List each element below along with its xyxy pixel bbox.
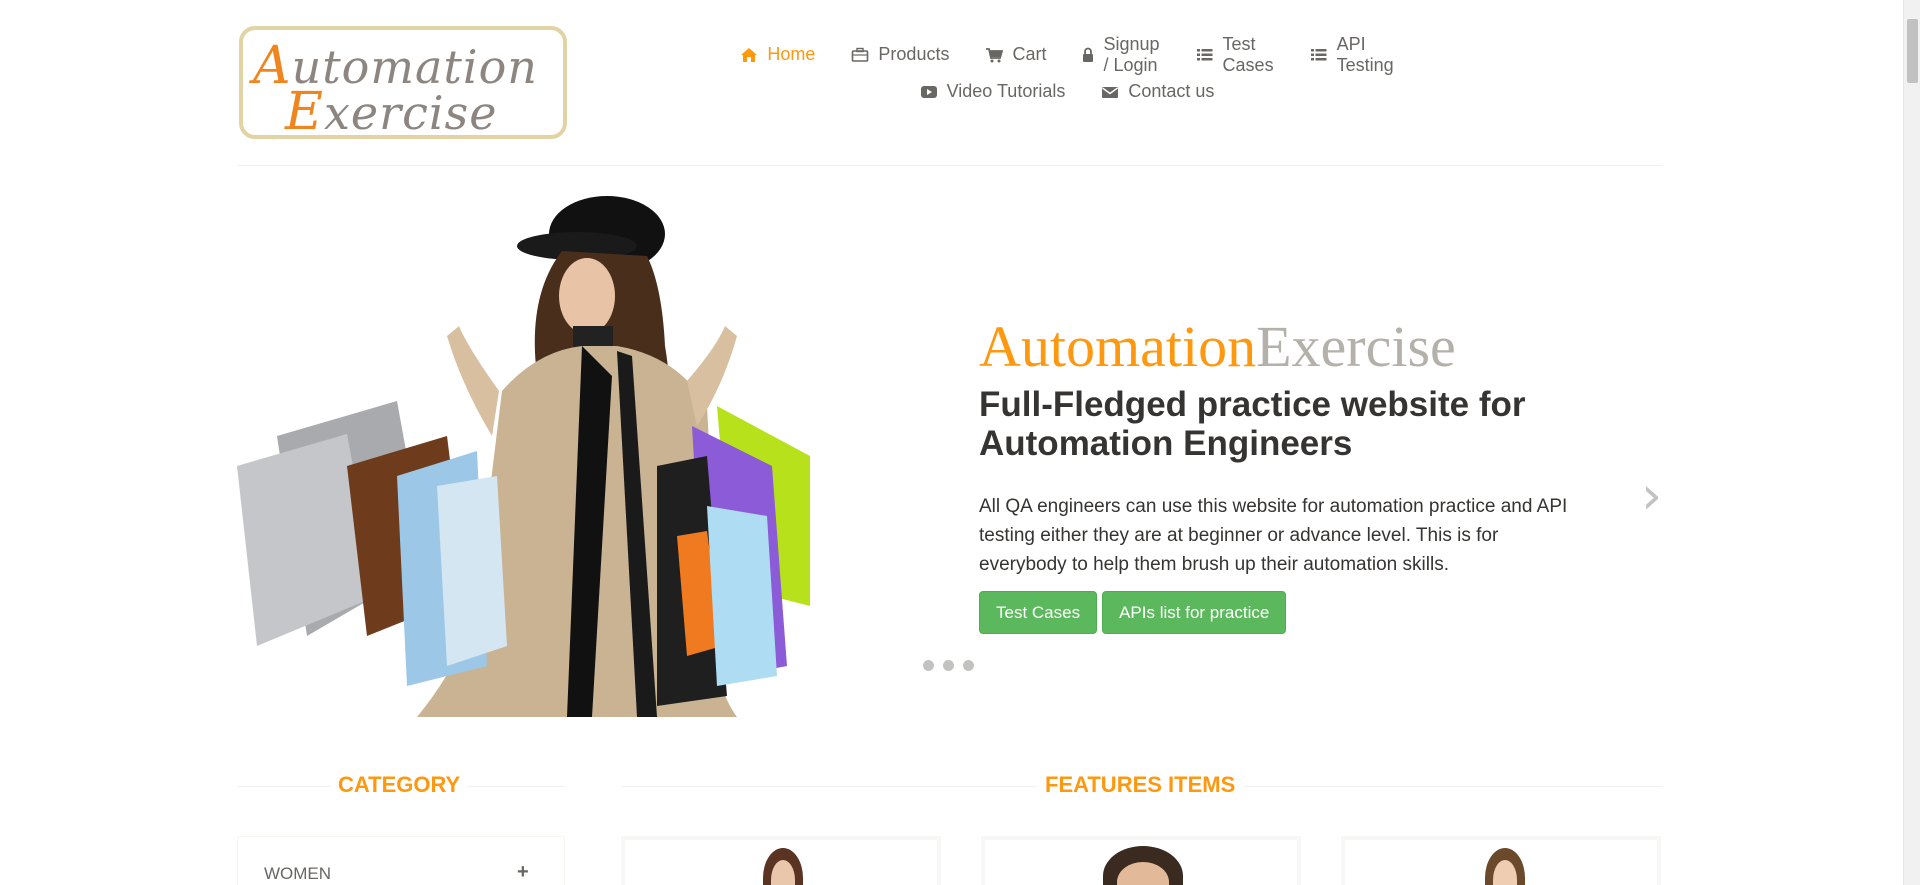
test-cases-button[interactable]: Test Cases xyxy=(979,591,1098,634)
nav-row-1: Home Products Cart Signup / Login Test C… xyxy=(727,34,1407,75)
nav-item-video-tutorials[interactable]: Video Tutorials xyxy=(902,73,1084,110)
list-icon xyxy=(1310,47,1328,63)
carousel-next-arrow[interactable]: › xyxy=(1641,470,1662,522)
carousel-dot[interactable] xyxy=(963,660,974,671)
product-card[interactable] xyxy=(1341,836,1661,885)
slide-description: All QA engineers can use this website fo… xyxy=(979,496,1568,575)
nav-row-2: Video Tutorials Contact us xyxy=(727,73,1407,110)
nav-item-api-testing[interactable]: API Testing xyxy=(1292,34,1412,75)
category-panel: WOMEN + xyxy=(237,836,565,885)
home-icon xyxy=(740,47,758,63)
briefcase-icon xyxy=(851,47,869,63)
features-items-heading: FEATURES ITEMS xyxy=(1036,772,1245,798)
carousel-dot[interactable] xyxy=(923,660,934,671)
cart-icon xyxy=(985,47,1004,63)
apis-list-button[interactable]: APIs list for practice xyxy=(1102,591,1287,634)
main-nav: Home Products Cart Signup / Login Test C… xyxy=(727,34,1407,110)
youtube-play-icon xyxy=(920,84,938,100)
slide-buttons: Test Cases APIs list for practice xyxy=(979,591,1287,634)
expand-plus-icon[interactable]: + xyxy=(517,861,529,884)
scrollbar-thumb[interactable] xyxy=(1907,19,1918,83)
site-logo[interactable]: Automation Exercise xyxy=(239,26,567,142)
nav-item-products[interactable]: Products xyxy=(833,36,967,73)
slide-title: AutomationExercise xyxy=(979,314,1456,379)
lock-icon xyxy=(1082,47,1094,63)
envelope-icon xyxy=(1101,84,1119,100)
nav-item-home[interactable]: Home xyxy=(722,36,833,73)
hero-carousel: ‹ › AutomationExercise Full-Fledged prac… xyxy=(237,170,1662,717)
hero-girl-shopping-image xyxy=(237,196,810,717)
site-header: Automation Exercise Home Products Cart S… xyxy=(237,0,1662,166)
carousel-dot[interactable] xyxy=(943,660,954,671)
product-card[interactable] xyxy=(981,836,1301,885)
slide-subtitle: Full-Fledged practice website for Automa… xyxy=(979,385,1526,463)
nav-item-signup-login[interactable]: Signup / Login xyxy=(1064,34,1177,75)
carousel-indicators xyxy=(923,660,974,671)
list-icon xyxy=(1196,47,1214,63)
nav-item-contact-us[interactable]: Contact us xyxy=(1083,73,1232,110)
category-heading: CATEGORY xyxy=(330,772,469,798)
product-card[interactable] xyxy=(621,836,941,885)
vertical-scrollbar[interactable] xyxy=(1903,0,1920,885)
nav-item-cart[interactable]: Cart xyxy=(967,36,1064,73)
logo-line-2: Exercise xyxy=(285,82,498,142)
category-women-link[interactable]: WOMEN xyxy=(264,864,331,884)
nav-item-test-cases[interactable]: Test Cases xyxy=(1178,34,1292,75)
